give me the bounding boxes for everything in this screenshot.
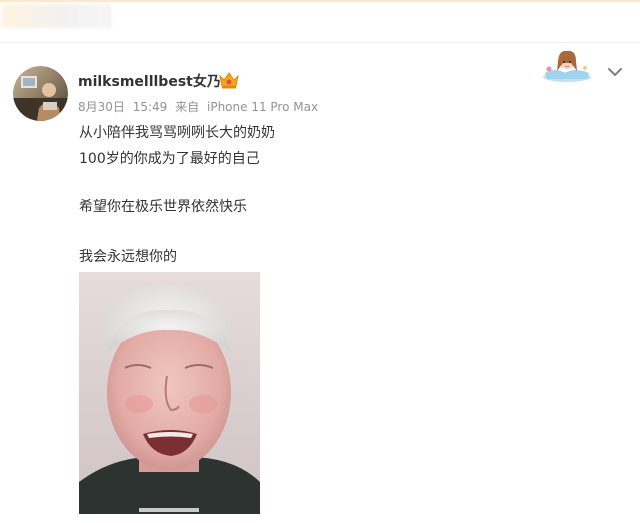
post-device[interactable]: iPhone 11 Pro Max bbox=[207, 100, 318, 114]
top-bar bbox=[0, 0, 640, 43]
chevron-down-icon[interactable] bbox=[606, 63, 624, 77]
top-accent-line bbox=[0, 0, 640, 2]
post-text-line: 100岁的你成为了最好的自己 bbox=[79, 151, 260, 167]
username[interactable]: milksmelllbest女乃 bbox=[78, 71, 221, 91]
post-text-line: 希望你在极乐世界依然快乐 bbox=[79, 199, 247, 215]
post-time[interactable]: 15:49 bbox=[133, 100, 168, 114]
source-prefix: 来自 bbox=[175, 100, 200, 114]
post-date[interactable]: 8月30日 bbox=[78, 100, 125, 114]
post-image[interactable] bbox=[79, 272, 260, 514]
avatar[interactable] bbox=[13, 66, 68, 121]
vip-crown-icon[interactable] bbox=[218, 70, 240, 90]
post-text-line: 从小陪伴我骂骂咧咧长大的奶奶 bbox=[79, 125, 275, 141]
post-text-line: 我会永远想你的 bbox=[79, 249, 177, 265]
post-meta: 8月30日 15:49 来自 iPhone 11 Pro Max bbox=[78, 98, 322, 115]
blurred-header-text bbox=[2, 4, 112, 28]
anime-girl-sticker-icon bbox=[537, 47, 597, 83]
